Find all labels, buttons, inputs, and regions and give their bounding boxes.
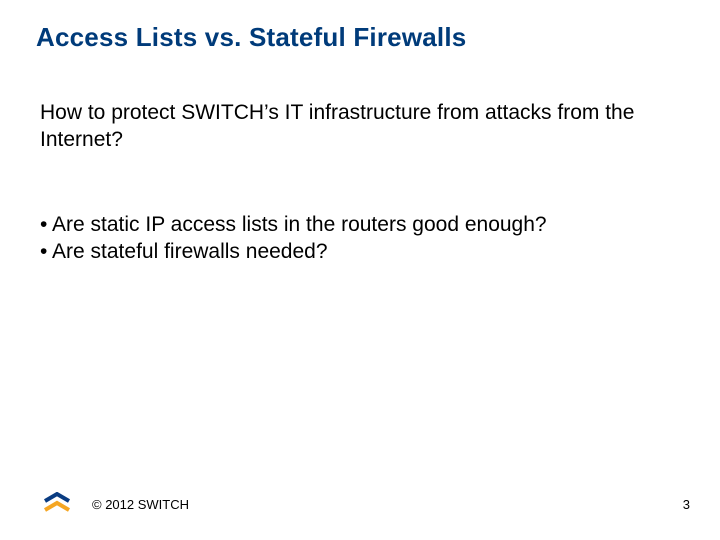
slide-title: Access Lists vs. Stateful Firewalls: [36, 22, 466, 53]
bullet-item: • Are stateful firewalls needed?: [40, 239, 680, 266]
switch-logo-icon: [44, 492, 72, 512]
intro-text: How to protect SWITCH’s IT infrastructur…: [40, 100, 680, 154]
slide-body: How to protect SWITCH’s IT infrastructur…: [40, 100, 680, 266]
bullet-list: • Are static IP access lists in the rout…: [40, 212, 680, 266]
slide: Access Lists vs. Stateful Firewalls How …: [0, 0, 720, 540]
copyright-text: © 2012 SWITCH: [92, 497, 189, 512]
page-number: 3: [683, 497, 690, 512]
bullet-item: • Are static IP access lists in the rout…: [40, 212, 680, 239]
slide-footer: © 2012 SWITCH 3: [44, 490, 690, 514]
